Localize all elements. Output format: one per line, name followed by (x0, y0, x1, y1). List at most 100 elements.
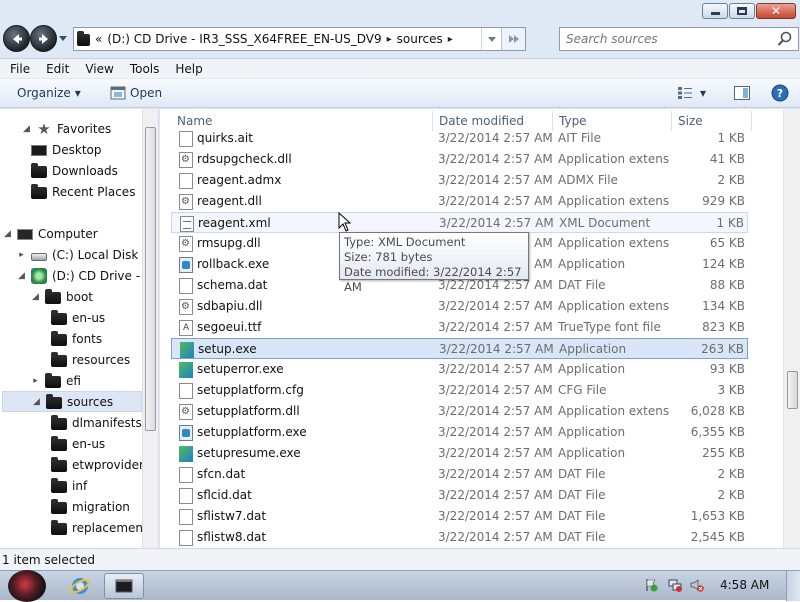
open-button[interactable]: Open (104, 82, 168, 104)
search-icon[interactable] (777, 31, 793, 47)
file-type: Application (558, 446, 626, 460)
expand-arrow-icon[interactable]: ▸ (17, 250, 26, 260)
recent-pages-dropdown-icon[interactable] (58, 33, 68, 43)
folder-icon (51, 498, 67, 514)
expand-arrow-icon[interactable]: ▸ (31, 376, 40, 386)
navigation-pane-scrollbar[interactable] (142, 109, 158, 548)
refresh-button[interactable] (501, 28, 525, 50)
file-row[interactable]: sflistw8.dat 3/22/2014 2:57 AM DAT File 2,5… (171, 527, 748, 548)
file-row[interactable]: setupplatform.exe 3/22/2014 2:57 AM Applic… (171, 422, 748, 443)
breadcrumb-sources[interactable]: sources (397, 32, 443, 46)
back-button[interactable] (3, 25, 30, 52)
file-type: Application (559, 342, 627, 356)
file-row[interactable]: setuperror.exe 3/22/2014 2:57 AM Applicati… (171, 359, 748, 380)
file-row[interactable]: setup.exe 3/22/2014 2:57 AM Application 263… (171, 338, 748, 359)
breadcrumb-separator-icon[interactable]: ▸ (448, 34, 453, 45)
volume-muted-icon[interactable] (690, 578, 704, 592)
organize-button[interactable]: Organize ▾ (11, 82, 87, 104)
minimize-button[interactable] (702, 3, 728, 19)
file-row[interactable]: segoeui.ttf 3/22/2014 2:57 AM TrueType fon… (171, 317, 748, 338)
nav-item-etwproviders[interactable]: etwproviders (51, 454, 150, 475)
search-box[interactable] (559, 27, 799, 51)
nav-item-favorites[interactable]: ◢ ★ Favorites (22, 118, 111, 139)
collapse-arrow-icon[interactable]: ◢ (22, 124, 31, 134)
folder-icon (77, 31, 90, 46)
file-row[interactable]: setupplatform.cfg 3/22/2014 2:57 AM CFG Fi… (171, 380, 748, 401)
menu-file[interactable]: File (2, 62, 38, 76)
file-app-icon (179, 425, 193, 441)
scrollbar-thumb[interactable] (787, 371, 798, 409)
taskbar-explorer[interactable] (104, 573, 144, 599)
action-center-flag-icon[interactable] (644, 578, 658, 592)
file-file-icon (179, 509, 193, 525)
breadcrumb-separator-icon[interactable]: ▸ (387, 34, 392, 45)
file-type: DAT File (558, 509, 606, 523)
menu-edit[interactable]: Edit (38, 62, 77, 76)
nav-item-boot[interactable]: ◢ boot (31, 286, 93, 307)
close-button[interactable]: ✕ (756, 3, 796, 19)
taskbar-internet-explorer[interactable] (60, 573, 100, 599)
file-row[interactable]: sdbapiu.dll 3/22/2014 2:57 AM Application … (171, 296, 748, 317)
file-row[interactable]: reagent.admx 3/22/2014 2:57 AM ADMX File 2 … (171, 170, 748, 191)
file-type: Application extens... (558, 152, 670, 166)
file-row[interactable]: sfcn.dat 3/22/2014 2:57 AM DAT File 2 KB (171, 464, 748, 485)
file-row[interactable]: reagent.dll 3/22/2014 2:57 AM Application … (171, 191, 748, 212)
nav-item-inf[interactable]: inf (51, 475, 87, 496)
collapse-arrow-icon[interactable]: ◢ (32, 397, 41, 407)
maximize-button[interactable] (729, 3, 755, 19)
address-bar[interactable]: « (D:) CD Drive - IR3_SSS_X64FREE_EN-US_… (73, 27, 526, 51)
file-row[interactable]: sflistw7.dat 3/22/2014 2:57 AM DAT File 1,6… (171, 506, 748, 527)
collapse-arrow-icon[interactable]: ◢ (31, 292, 40, 302)
help-button[interactable]: ? (765, 82, 795, 104)
file-type: Application extens... (558, 236, 670, 250)
menu-help[interactable]: Help (167, 62, 210, 76)
file-type: DAT File (558, 278, 606, 292)
menu-view[interactable]: View (77, 62, 121, 76)
nav-item-sources[interactable]: ◢ sources (2, 391, 142, 412)
start-button[interactable] (8, 570, 46, 602)
search-input[interactable] (566, 32, 766, 46)
nav-item-desktop[interactable]: Desktop (31, 139, 102, 160)
column-separator[interactable] (751, 111, 752, 131)
show-desktop-button[interactable] (786, 571, 800, 601)
nav-item-fonts[interactable]: fonts (51, 328, 102, 349)
nav-item-dlmanifests[interactable]: dlmanifests (51, 412, 142, 433)
nav-item-replacement[interactable]: replacementr (51, 517, 153, 538)
taskbar-clock[interactable]: 4:58 AM (720, 578, 769, 592)
network-icon[interactable] (668, 578, 682, 592)
refresh-icon (508, 35, 519, 43)
change-view-button[interactable]: ▾ (672, 82, 712, 104)
breadcrumb-drive[interactable]: (D:) CD Drive - IR3_SSS_X64FREE_EN-US_DV… (107, 32, 381, 46)
preview-pane-button[interactable] (728, 82, 756, 104)
file-type: Application (558, 257, 626, 271)
breadcrumb-overflow[interactable]: « (95, 32, 102, 46)
file-row[interactable]: sflcid.dat 3/22/2014 2:57 AM DAT File 2 KB (171, 485, 748, 506)
preview-pane-icon (734, 86, 750, 100)
nav-item-downloads[interactable]: Downloads (31, 160, 118, 181)
file-row[interactable]: quirks.ait 3/22/2014 2:57 AM AIT File 1 KB (171, 128, 748, 149)
nav-item-computer[interactable]: ◢ Computer (3, 223, 98, 244)
collapse-arrow-icon[interactable]: ◢ (17, 271, 26, 281)
file-row[interactable]: setupplatform.dll 3/22/2014 2:57 AM Applic… (171, 401, 748, 422)
nav-item-label: replacementr (72, 520, 153, 535)
nav-item-recent-places[interactable]: Recent Places (31, 181, 135, 202)
nav-item-en-us[interactable]: en-us (51, 307, 105, 328)
nav-item-resources[interactable]: resources (51, 349, 130, 370)
file-row[interactable]: setupresume.exe 3/22/2014 2:57 AM Applicat… (171, 443, 748, 464)
file-row[interactable]: rdsupgcheck.dll 3/22/2014 2:57 AM Applicat… (171, 149, 748, 170)
forward-button[interactable] (30, 25, 57, 52)
nav-item-en-us[interactable]: en-us (51, 433, 105, 454)
scrollbar-thumb[interactable] (145, 127, 156, 431)
file-row[interactable]: reagent.xml 3/22/2014 2:57 AM XML Document… (171, 212, 748, 233)
collapse-arrow-icon[interactable]: ◢ (3, 229, 12, 239)
nav-item-efi[interactable]: ▸ efi (31, 370, 81, 391)
chevron-down-icon (487, 37, 496, 42)
address-history-button[interactable] (481, 28, 501, 50)
nav-item-local-disk[interactable]: ▸ (C:) Local Disk (17, 244, 138, 265)
nav-item-migration[interactable]: migration (51, 496, 130, 517)
nav-item-cd-drive[interactable]: ◢ (D:) CD Drive - IR (17, 265, 156, 286)
nav-item-label: Favorites (57, 121, 112, 136)
menu-tools[interactable]: Tools (122, 62, 168, 76)
file-dll-icon (179, 236, 193, 252)
file-list-scrollbar[interactable] (783, 109, 800, 548)
